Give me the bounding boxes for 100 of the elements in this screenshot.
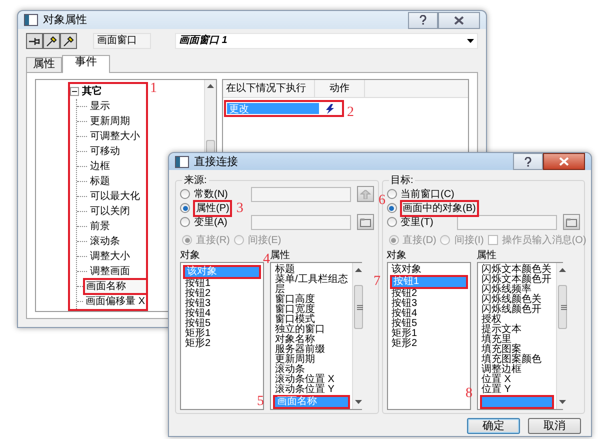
list-item[interactable]: 该对象 (390, 265, 468, 275)
list-item[interactable]: 闪烁文本颜色关 (480, 265, 554, 275)
list-item[interactable]: 更新周期 (273, 355, 350, 365)
list-item[interactable]: 调整边框 (480, 365, 554, 375)
column-header: 动作 (315, 80, 365, 97)
radio-button[interactable] (180, 203, 190, 213)
list-item[interactable]: 窗口宽度 (273, 305, 350, 315)
radio-button[interactable] (440, 235, 450, 245)
radio-label[interactable]: 常数(N) (193, 188, 229, 200)
scroll-thumb[interactable] (558, 285, 566, 329)
text-field[interactable] (250, 214, 350, 230)
radio-button[interactable] (386, 217, 396, 227)
list-item[interactable]: 矩形2 (183, 339, 261, 349)
list-item[interactable]: 菜单/工具栏组态 (273, 275, 350, 285)
tree-item[interactable]: 边框 (89, 160, 111, 173)
list-item[interactable]: 闪烁线颜色关 (480, 295, 554, 305)
tree-item[interactable]: 可移动 (89, 145, 121, 158)
list-item[interactable]: 位置 X (480, 375, 554, 385)
text-field[interactable] (457, 214, 557, 230)
close-button[interactable] (543, 153, 585, 170)
list-item[interactable]: 授权 (480, 315, 554, 325)
help-button[interactable] (513, 153, 543, 170)
list-item[interactable]: 独立的窗口 (273, 325, 350, 335)
tree-item[interactable]: 滚动条 (89, 235, 121, 248)
list-item[interactable]: 窗口模式 (273, 315, 350, 325)
text-field[interactable] (250, 186, 350, 202)
close-button[interactable] (438, 12, 480, 28)
annotation-number: 4 (263, 253, 270, 267)
close-icon (454, 16, 464, 24)
tree-item[interactable]: 其它 (81, 85, 103, 98)
list-item[interactable]: 层 (273, 285, 350, 295)
radio-button[interactable] (180, 217, 190, 227)
list-item[interactable]: 闪烁文本颜色开 (480, 275, 554, 285)
dialog-button[interactable]: 确定 (467, 418, 520, 434)
list-item[interactable]: 服务器前缀 (273, 345, 350, 355)
list-item[interactable]: 对象名称 (273, 335, 350, 345)
tree-item[interactable]: 可以最大化 (89, 190, 141, 203)
toolbar-button[interactable] (60, 33, 77, 49)
list-item[interactable]: 填充里 (480, 335, 554, 345)
browse-button[interactable] (563, 214, 580, 230)
tab[interactable]: 属性 (26, 57, 62, 72)
list-item[interactable]: 滚动条位置 Y (273, 385, 350, 395)
annotation-number: 3 (236, 202, 244, 216)
folder-icon (360, 218, 370, 226)
tree-item[interactable]: 标题 (89, 175, 111, 188)
list-item[interactable]: 按钮4 (183, 309, 261, 319)
tree-item[interactable]: 可调整大小 (89, 130, 141, 143)
list-item[interactable]: 矩形1 (390, 329, 468, 339)
tree-item[interactable]: 前景 (89, 220, 111, 233)
scroll-down-icon (558, 400, 566, 404)
help-button[interactable] (408, 12, 438, 28)
list-item[interactable]: 窗口高度 (273, 295, 350, 305)
browse-button[interactable] (356, 186, 374, 202)
list-item[interactable]: 位置 Y (480, 385, 554, 395)
radio-label[interactable]: 变里(T) (400, 216, 434, 228)
toolbar-button[interactable] (43, 33, 60, 49)
tree-item[interactable]: 画面偏移量 X (84, 295, 146, 308)
tree-item[interactable]: 调整大小 (89, 250, 131, 263)
tree-item[interactable]: 更新周期 (89, 115, 131, 128)
list-item[interactable]: 填充图案颜色 (480, 355, 554, 365)
window-icon (24, 14, 38, 26)
checkbox[interactable] (488, 235, 498, 245)
list-item[interactable]: 闪烁线颜色开 (480, 305, 554, 315)
tree-item[interactable]: 显示 (89, 100, 111, 113)
radio-button[interactable] (388, 235, 398, 245)
list-item[interactable]: 按钮5 (183, 319, 261, 329)
radio-button[interactable] (234, 235, 244, 245)
tab[interactable]: 事件 (62, 55, 110, 73)
list-item[interactable]: 矩形1 (183, 329, 261, 339)
list-item[interactable]: 按钮5 (390, 319, 468, 329)
list-item[interactable]: 滚动条位置 X (273, 375, 350, 385)
radio-label[interactable]: 画面中的对象(B) (400, 200, 479, 216)
dialog-button[interactable]: 取消 (528, 418, 581, 434)
list-item[interactable]: 提示文本 (480, 325, 554, 335)
list-item[interactable]: 按钮3 (390, 299, 468, 309)
radio-label[interactable]: 当前窗口(C) (400, 188, 456, 200)
object-name-combobox[interactable]: 画面窗口 1 (175, 33, 478, 49)
list-item[interactable]: 按钮4 (390, 309, 468, 319)
radio-button[interactable] (386, 203, 396, 213)
scroll-down-icon (354, 400, 362, 404)
annotation-number: 8 (466, 387, 472, 401)
scrollbar[interactable] (352, 263, 364, 409)
list-item[interactable]: 滚动条 (273, 365, 350, 375)
radio-button[interactable] (386, 189, 396, 199)
list-item[interactable]: 闪烁线频率 (480, 285, 554, 295)
list-item[interactable]: 填充图案 (480, 345, 554, 355)
scroll-thumb[interactable] (354, 285, 363, 329)
browse-button[interactable] (356, 214, 374, 230)
tree-item[interactable]: 画面名称 (85, 280, 146, 293)
radio-button[interactable] (182, 235, 192, 245)
tree-item[interactable]: 调整画面 (89, 265, 131, 278)
radio-button[interactable] (180, 189, 190, 199)
scrollbar[interactable] (556, 263, 568, 409)
list-item[interactable]: 矩形2 (390, 339, 468, 349)
list-item[interactable]: 标题 (273, 265, 350, 275)
radio-label[interactable]: 变里(A) (193, 216, 228, 228)
tree-item[interactable]: 可以关闭 (89, 205, 131, 218)
toolbar-button[interactable] (26, 33, 43, 49)
list-item[interactable]: 按钮3 (183, 299, 261, 309)
list-item[interactable]: 按钮2 (183, 289, 261, 299)
